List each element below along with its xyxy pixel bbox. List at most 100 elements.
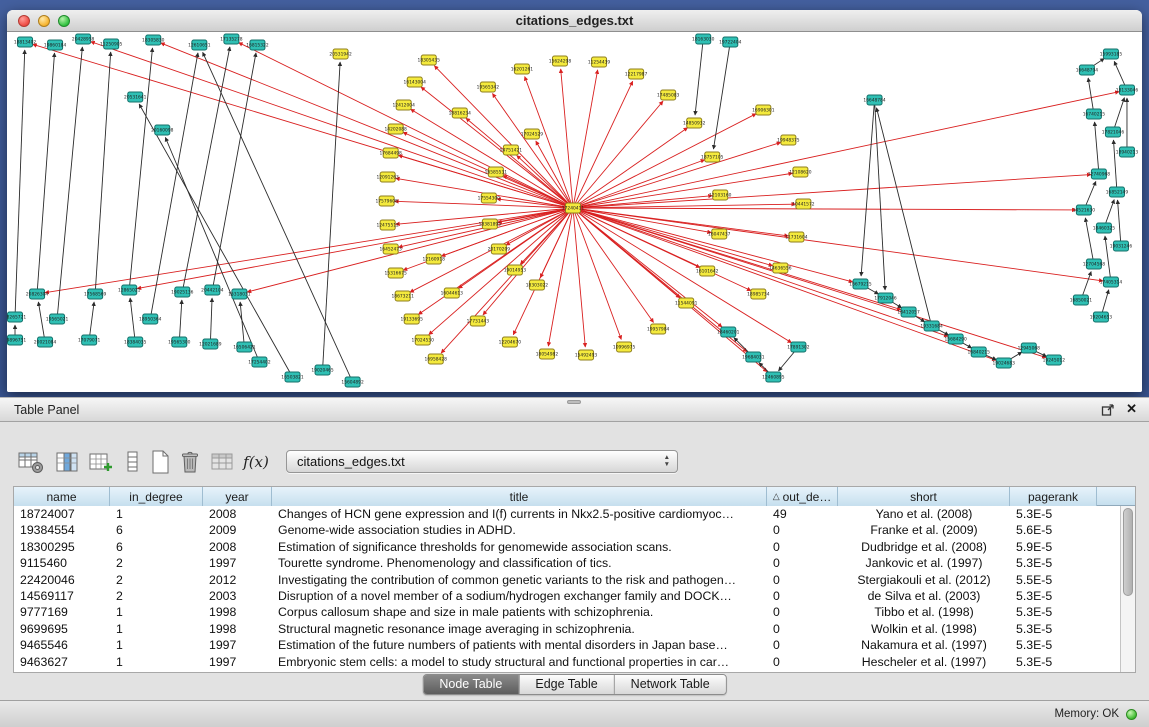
graph-node[interactable]: 16815322	[246, 40, 269, 50]
graph-node[interactable]: 18305830	[142, 35, 165, 45]
graph-node[interactable]: 17485083	[657, 90, 680, 100]
graph-node[interactable]: 12204670	[499, 337, 522, 347]
graph-node[interactable]: 18133046	[1116, 85, 1139, 95]
graph-node[interactable]: 15684290	[944, 334, 967, 344]
graph-node[interactable]: 11254439	[588, 57, 611, 67]
graph-node[interactable]: 16850021	[1070, 295, 1093, 305]
graph-node[interactable]: 12865021	[118, 285, 141, 295]
graph-node[interactable]: 16143004	[404, 77, 427, 87]
graph-node[interactable]: 12108620	[789, 167, 812, 177]
table-row[interactable]: 1938455462009Genome-wide association stu…	[14, 522, 1120, 538]
scrollbar-thumb[interactable]	[1123, 508, 1133, 596]
graph-node[interactable]: 12103160	[709, 190, 732, 200]
table-row[interactable]: 2242004622012Investigating the contribut…	[14, 572, 1120, 588]
graph-node[interactable]: 17912046	[874, 293, 897, 303]
delete-table-icon[interactable]	[175, 448, 205, 476]
graph-node[interactable]: 18985734	[747, 289, 770, 299]
graph-node[interactable]: 19020465	[311, 365, 334, 375]
graph-node[interactable]: 20531641	[124, 92, 147, 102]
table-mode-icon[interactable]	[16, 448, 46, 476]
graph-node[interactable]: 19896751	[7, 335, 26, 345]
graph-node[interactable]: 15492493	[575, 350, 598, 360]
column-header-short[interactable]: short	[838, 487, 1010, 506]
graph-node[interactable]: 11544091	[675, 298, 698, 308]
graph-node[interactable]: 16044613	[441, 288, 464, 298]
graph-node[interactable]: 12945068	[1018, 343, 1041, 353]
graph-node[interactable]: 19565300	[168, 337, 191, 347]
graph-node[interactable]: 15318031	[228, 289, 251, 299]
graph-node[interactable]: 10441572	[792, 199, 815, 209]
graph-node[interactable]: 16201261	[511, 64, 534, 74]
graph-node[interactable]: 16452473	[379, 244, 402, 254]
table-row[interactable]: 911546021997Tourette syndrome. Phenomeno…	[14, 555, 1120, 571]
table-row[interactable]: 977716911998Corpus callosum shape and si…	[14, 604, 1120, 620]
graph-node[interactable]: 19204653	[1090, 312, 1113, 322]
column-header-pagerank[interactable]: pagerank	[1010, 487, 1097, 506]
graph-node[interactable]: 17568569	[84, 289, 107, 299]
graph-node[interactable]: 18950364	[139, 314, 162, 324]
graph-node[interactable]: 17891302	[787, 342, 810, 352]
graph-node[interactable]: 16840215	[968, 347, 991, 357]
table-row[interactable]: 946554611997Estimation of the future num…	[14, 637, 1120, 653]
graph-node[interactable]: 18265721	[7, 312, 26, 322]
graph-node[interactable]: 12740968	[1088, 169, 1111, 179]
graph-node[interactable]: 16506421	[233, 342, 256, 352]
graph-node[interactable]: 12475512	[376, 220, 399, 230]
graph-node[interactable]: 20531942	[329, 49, 352, 59]
graph-node[interactable]: 16648784	[863, 95, 886, 105]
graph-node[interactable]: 10996975	[613, 342, 636, 352]
graph-node[interactable]: 18816234	[449, 108, 472, 118]
graph-node[interactable]: 16906301	[752, 105, 775, 115]
table-row[interactable]: 946362711997Embryonic stem cells: a mode…	[14, 654, 1120, 670]
graph-node[interactable]: 17024530	[412, 335, 435, 345]
graph-node[interactable]: 19024683	[993, 358, 1016, 368]
graph-node[interactable]: 20021084	[34, 337, 57, 347]
graph-node[interactable]: 17821046	[1102, 127, 1125, 137]
graph-node[interactable]: 17405314	[1100, 277, 1123, 287]
graph-node[interactable]: 18303022	[526, 280, 549, 290]
table-row[interactable]: 969969511998Structural magnetic resonanc…	[14, 621, 1120, 637]
graph-node[interactable]: 15624298	[549, 56, 572, 66]
graph-node[interactable]: 18054982	[536, 349, 559, 359]
column-header-name[interactable]: name	[14, 487, 110, 506]
graph-node[interactable]: 19331684	[920, 321, 943, 331]
graph-node[interactable]: 17240411	[562, 203, 585, 213]
graph-node[interactable]: 16047437	[708, 229, 731, 239]
graph-node[interactable]: 14202088	[384, 124, 407, 134]
graph-node[interactable]: 20170209	[488, 244, 511, 254]
graph-node[interactable]: 19025136	[171, 287, 194, 297]
table-row[interactable]: 1830029562008Estimation of significance …	[14, 539, 1120, 555]
graph-node[interactable]: 15993185	[1100, 49, 1123, 59]
graph-node[interactable]: 19014953	[504, 265, 527, 275]
close-panel-icon[interactable]: ✕	[1126, 401, 1137, 417]
graph-node[interactable]: 18757105	[701, 152, 724, 162]
graph-node[interactable]: 20442104	[201, 285, 224, 295]
graph-node[interactable]: 12610651	[188, 40, 211, 50]
create-table-icon[interactable]	[145, 448, 175, 476]
table-vertical-scrollbar[interactable]	[1120, 506, 1135, 672]
graph-node[interactable]: 11250905	[100, 39, 123, 49]
import-table-icon[interactable]	[207, 448, 237, 476]
graph-node[interactable]: 16679215	[849, 279, 872, 289]
add-column-icon[interactable]	[86, 448, 116, 476]
graph-node[interactable]: 19245012	[1043, 355, 1066, 365]
graph-node[interactable]: 18163030	[692, 34, 715, 44]
graph-node[interactable]: 16740215	[1083, 109, 1106, 119]
column-header-year[interactable]: year	[203, 487, 272, 506]
graph-node[interactable]: 17684498	[379, 148, 402, 158]
graph-node[interactable]: 17079071	[78, 335, 101, 345]
graph-node[interactable]: 14751421	[500, 145, 523, 155]
graph-node[interactable]: 18460325	[1093, 223, 1116, 233]
table-row[interactable]: 1872400712008Changes of HCN gene express…	[14, 506, 1120, 522]
graph-node[interactable]: 14521630	[1073, 205, 1096, 215]
table-row[interactable]: 1456911722003Disruption of a novel membe…	[14, 588, 1120, 604]
graph-node[interactable]: 19133695	[401, 314, 424, 324]
function-builder-icon[interactable]: f(x)	[241, 448, 271, 476]
graph-node[interactable]: 12217987	[625, 69, 648, 79]
graph-node[interactable]: 19948375	[777, 135, 800, 145]
graph-node[interactable]: 17579608	[375, 196, 398, 206]
graph-node[interactable]: 17135278	[220, 34, 243, 44]
graph-node[interactable]: 16648794	[1076, 65, 1099, 75]
graph-node[interactable]: 12021689	[199, 339, 222, 349]
panel-splitter-grip[interactable]	[567, 400, 581, 404]
